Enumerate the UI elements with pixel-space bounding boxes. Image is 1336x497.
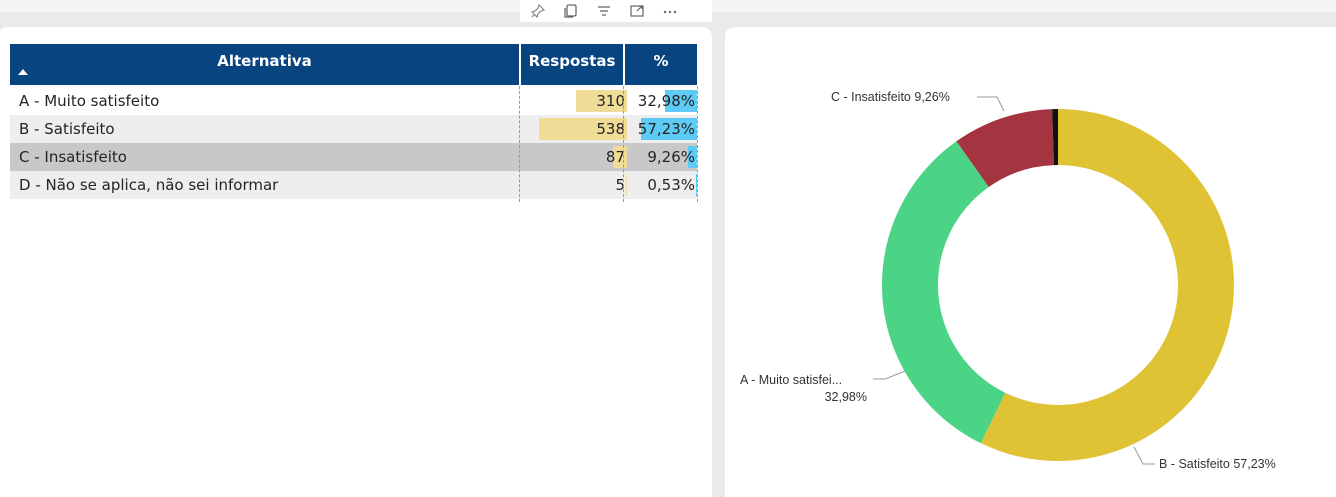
cell-alternativa: D - Não se aplica, não sei informar: [19, 176, 279, 194]
percent-value: 32,98%: [637, 92, 695, 110]
copy-icon[interactable]: [561, 2, 581, 20]
column-header-percent-label: %: [653, 52, 669, 70]
donut-chart-visual-card: C - Insatisfeito 9,26% A - Muito satisfe…: [725, 27, 1336, 497]
respostas-data-bar: [626, 174, 627, 196]
cell-alternativa: B - Satisfeito: [19, 120, 115, 138]
donut-chart: C - Insatisfeito 9,26% A - Muito satisfe…: [740, 90, 1276, 471]
cell-percent: 0,53%: [629, 171, 697, 199]
filter-icon[interactable]: [594, 2, 614, 20]
pin-icon[interactable]: [528, 2, 548, 20]
cell-percent: 57,23%: [629, 115, 697, 143]
table-row[interactable]: B - Satisfeito 538 57,23%: [10, 115, 697, 143]
cell-percent: 9,26%: [629, 143, 697, 171]
visual-toolbar: [520, 0, 712, 22]
respostas-value: 538: [596, 120, 625, 138]
leader-line-c: [977, 96, 1005, 112]
cell-respostas: 87: [521, 143, 627, 171]
percent-value: 57,23%: [637, 120, 695, 138]
cell-respostas: 5: [521, 171, 627, 199]
donut-slice[interactable]: [882, 141, 1006, 444]
more-options-icon[interactable]: [660, 2, 680, 20]
cell-respostas: 310: [521, 87, 627, 115]
column-header-alternativa[interactable]: Alternativa: [10, 44, 519, 85]
cell-alternativa: A - Muito satisfeito: [19, 92, 160, 110]
cell-respostas: 538: [521, 115, 627, 143]
table-row[interactable]: A - Muito satisfeito 310 32,98%: [10, 87, 697, 115]
table-row[interactable]: D - Não se aplica, não sei informar 5 0,…: [10, 171, 697, 199]
percent-value: 9,26%: [647, 148, 695, 166]
data-label-b: B - Satisfeito 57,23%: [1159, 457, 1276, 471]
column-header-percent[interactable]: %: [625, 44, 697, 85]
cell-alternativa: C - Insatisfeito: [19, 148, 127, 166]
column-header-alternativa-label: Alternativa: [217, 52, 312, 70]
data-label-a-name: A - Muito satisfei...: [740, 373, 842, 387]
data-label-c: C - Insatisfeito 9,26%: [831, 90, 950, 104]
leader-line-a: [873, 370, 906, 380]
column-header-respostas[interactable]: Respostas: [521, 44, 623, 85]
cell-percent: 32,98%: [629, 87, 697, 115]
percent-value: 0,53%: [647, 176, 695, 194]
sort-ascending-icon[interactable]: [18, 69, 28, 75]
column-header-respostas-label: Respostas: [528, 52, 616, 70]
column-divider: [519, 86, 520, 202]
leader-line-b: [1133, 446, 1155, 465]
column-divider: [697, 86, 698, 202]
column-divider: [623, 86, 624, 202]
table-row[interactable]: C - Insatisfeito 87 9,26%: [10, 143, 697, 171]
data-label-a-value: 32,98%: [825, 390, 867, 404]
focus-mode-icon[interactable]: [627, 2, 647, 20]
respostas-value: 310: [596, 92, 625, 110]
